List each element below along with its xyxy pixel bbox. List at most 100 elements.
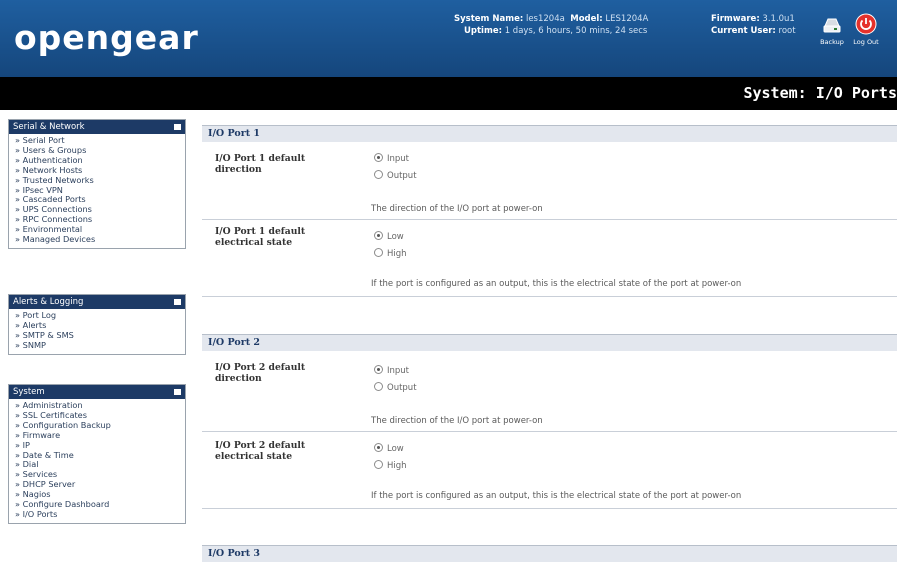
sidebar-item-label: SMTP & SMS [22, 329, 74, 340]
nav-list: » Port Log» Alerts» SMTP & SMS» SNMP [9, 309, 185, 354]
backup-button[interactable]: Backup [815, 13, 849, 46]
sidebar-item-label: Configure Dashboard [22, 499, 110, 510]
sidebar-item-label: I/O Ports [22, 508, 58, 519]
sidebar-item-label: Managed Devices [22, 234, 96, 245]
sidebar-item-label: Dial [22, 459, 39, 470]
field-label-port-2-direction: I/O Port 2 default direction [215, 362, 306, 384]
sidebar-item-label: Firmware [22, 429, 61, 440]
sidebar-item-label: Services [22, 469, 58, 480]
bullet-icon: » [15, 439, 23, 450]
sidebar-item-label: RPC Connections [22, 214, 93, 225]
bullet-icon: » [15, 499, 23, 510]
radio-port-2-input[interactable]: Input [374, 365, 409, 376]
nav-list: » Administration» SSL Certificates» Conf… [9, 399, 185, 523]
uptime-value: 1 days, 6 hours, 50 mins, 24 secs [504, 26, 648, 36]
radio-label: Output [387, 171, 417, 181]
divider [202, 296, 897, 297]
opengear-logo[interactable]: opengear [14, 18, 199, 57]
sidebar-item-snmp[interactable]: » SNMP [15, 339, 185, 351]
radio-port-1-input[interactable]: Input [374, 153, 409, 164]
page-title: System: I/O Ports [743, 84, 897, 102]
sidebar-item-label: Nagios [22, 489, 51, 500]
radio-port-1-low[interactable]: Low [374, 231, 404, 242]
sidebar-panel-alerts-logging: Alerts & Logging » Port Log» Alerts» SMT… [8, 294, 186, 355]
logout-label: Log Out [853, 38, 879, 46]
sidebar-item-label: IP [22, 439, 30, 450]
sidebar-panel-system: System » Administration» SSL Certificate… [8, 384, 186, 524]
sidebar-item-label: Network Hosts [22, 164, 83, 175]
section-header-port-3: I/O Port 3 [202, 545, 897, 562]
radio-port-2-output[interactable]: Output [374, 382, 417, 393]
sidebar-panel-serial-network: Serial & Network » Serial Port» Users & … [8, 119, 186, 249]
sidebar-item-label: Configuration Backup [22, 419, 111, 430]
sidebar-item-label: Cascaded Ports [22, 194, 86, 205]
minimize-icon[interactable] [174, 299, 181, 305]
current-user-value: root [778, 26, 796, 36]
divider [202, 219, 897, 220]
bullet-icon: » [15, 204, 23, 215]
firmware-value: 3.1.0u1 [762, 14, 795, 24]
minimize-icon[interactable] [174, 124, 181, 130]
panel-header[interactable]: Serial & Network [9, 120, 185, 134]
panel-header[interactable]: Alerts & Logging [9, 295, 185, 309]
bullet-icon: » [15, 164, 23, 175]
section-title: I/O Port 2 [208, 337, 261, 348]
backup-label: Backup [820, 38, 844, 46]
radio-label: High [387, 249, 407, 259]
bullet-icon: » [15, 409, 23, 420]
app-header: opengear System Name: les1204a Model: LE… [0, 0, 897, 77]
sidebar-item-label: DHCP Server [22, 479, 76, 490]
panel-title: Alerts & Logging [13, 297, 84, 307]
bullet-icon: » [15, 400, 23, 410]
sidebar-item-label: SSL Certificates [22, 409, 87, 420]
minimize-icon[interactable] [174, 389, 181, 395]
logout-button[interactable]: Log Out [849, 13, 883, 46]
radio-port-1-output[interactable]: Output [374, 170, 417, 181]
uptime-label: Uptime: [464, 26, 502, 36]
section-header-port-1: I/O Port 1 [202, 125, 897, 142]
radio-unchecked-icon [374, 460, 383, 469]
radio-port-2-high[interactable]: High [374, 460, 407, 471]
bullet-icon: » [15, 310, 23, 320]
sidebar-item-label: Serial Port [22, 135, 65, 145]
radio-unchecked-icon [374, 248, 383, 257]
field-label-port-2-state: I/O Port 2 default electrical state [215, 440, 306, 462]
page-title-bar: System: I/O Ports [0, 77, 897, 110]
radio-label: Low [387, 232, 404, 242]
bullet-icon: » [15, 339, 23, 350]
system-name-value: les1204a [525, 14, 565, 24]
sidebar-item-label: Authentication [22, 154, 83, 165]
sidebar-item-label: Users & Groups [22, 144, 87, 155]
bullet-icon: » [15, 429, 23, 440]
bullet-icon: » [15, 469, 23, 480]
sidebar-item-date-time[interactable]: » Date & Time [15, 449, 185, 461]
bullet-icon: » [15, 135, 23, 145]
sidebar-item-i-o-ports[interactable]: » I/O Ports [15, 508, 185, 520]
radio-port-1-high[interactable]: High [374, 248, 407, 259]
radio-unchecked-icon [374, 382, 383, 391]
bullet-icon: » [15, 174, 23, 185]
help-text: If the port is configured as an output, … [371, 279, 742, 289]
sidebar-item-managed-devices[interactable]: » Managed Devices [15, 234, 185, 245]
model-label: Model: [570, 14, 603, 24]
sidebar-item-label: Environmental [22, 224, 83, 235]
radio-port-2-low[interactable]: Low [374, 443, 404, 454]
backup-icon [823, 18, 841, 33]
panel-header[interactable]: System [9, 385, 185, 399]
section-header-port-2: I/O Port 2 [202, 334, 897, 351]
power-icon [855, 13, 877, 35]
bullet-icon: » [15, 224, 23, 235]
bullet-icon: » [15, 234, 23, 245]
sidebar-item-label: Date & Time [22, 449, 74, 460]
current-user-label: Current User: [711, 26, 776, 36]
sidebar-item-label: IPsec VPN [22, 184, 63, 195]
bullet-icon: » [15, 144, 23, 155]
sidebar-item-firmware[interactable]: » Firmware [15, 429, 185, 441]
bullet-icon: » [15, 489, 23, 500]
model-value: LES1204A [605, 14, 649, 24]
help-text: The direction of the I/O port at power-o… [371, 416, 543, 426]
sidebar-item-label: Trusted Networks [22, 174, 94, 185]
nav-list: » Serial Port» Users & Groups» Authentic… [9, 134, 185, 248]
bullet-icon: » [15, 419, 23, 430]
bullet-icon: » [15, 449, 23, 460]
